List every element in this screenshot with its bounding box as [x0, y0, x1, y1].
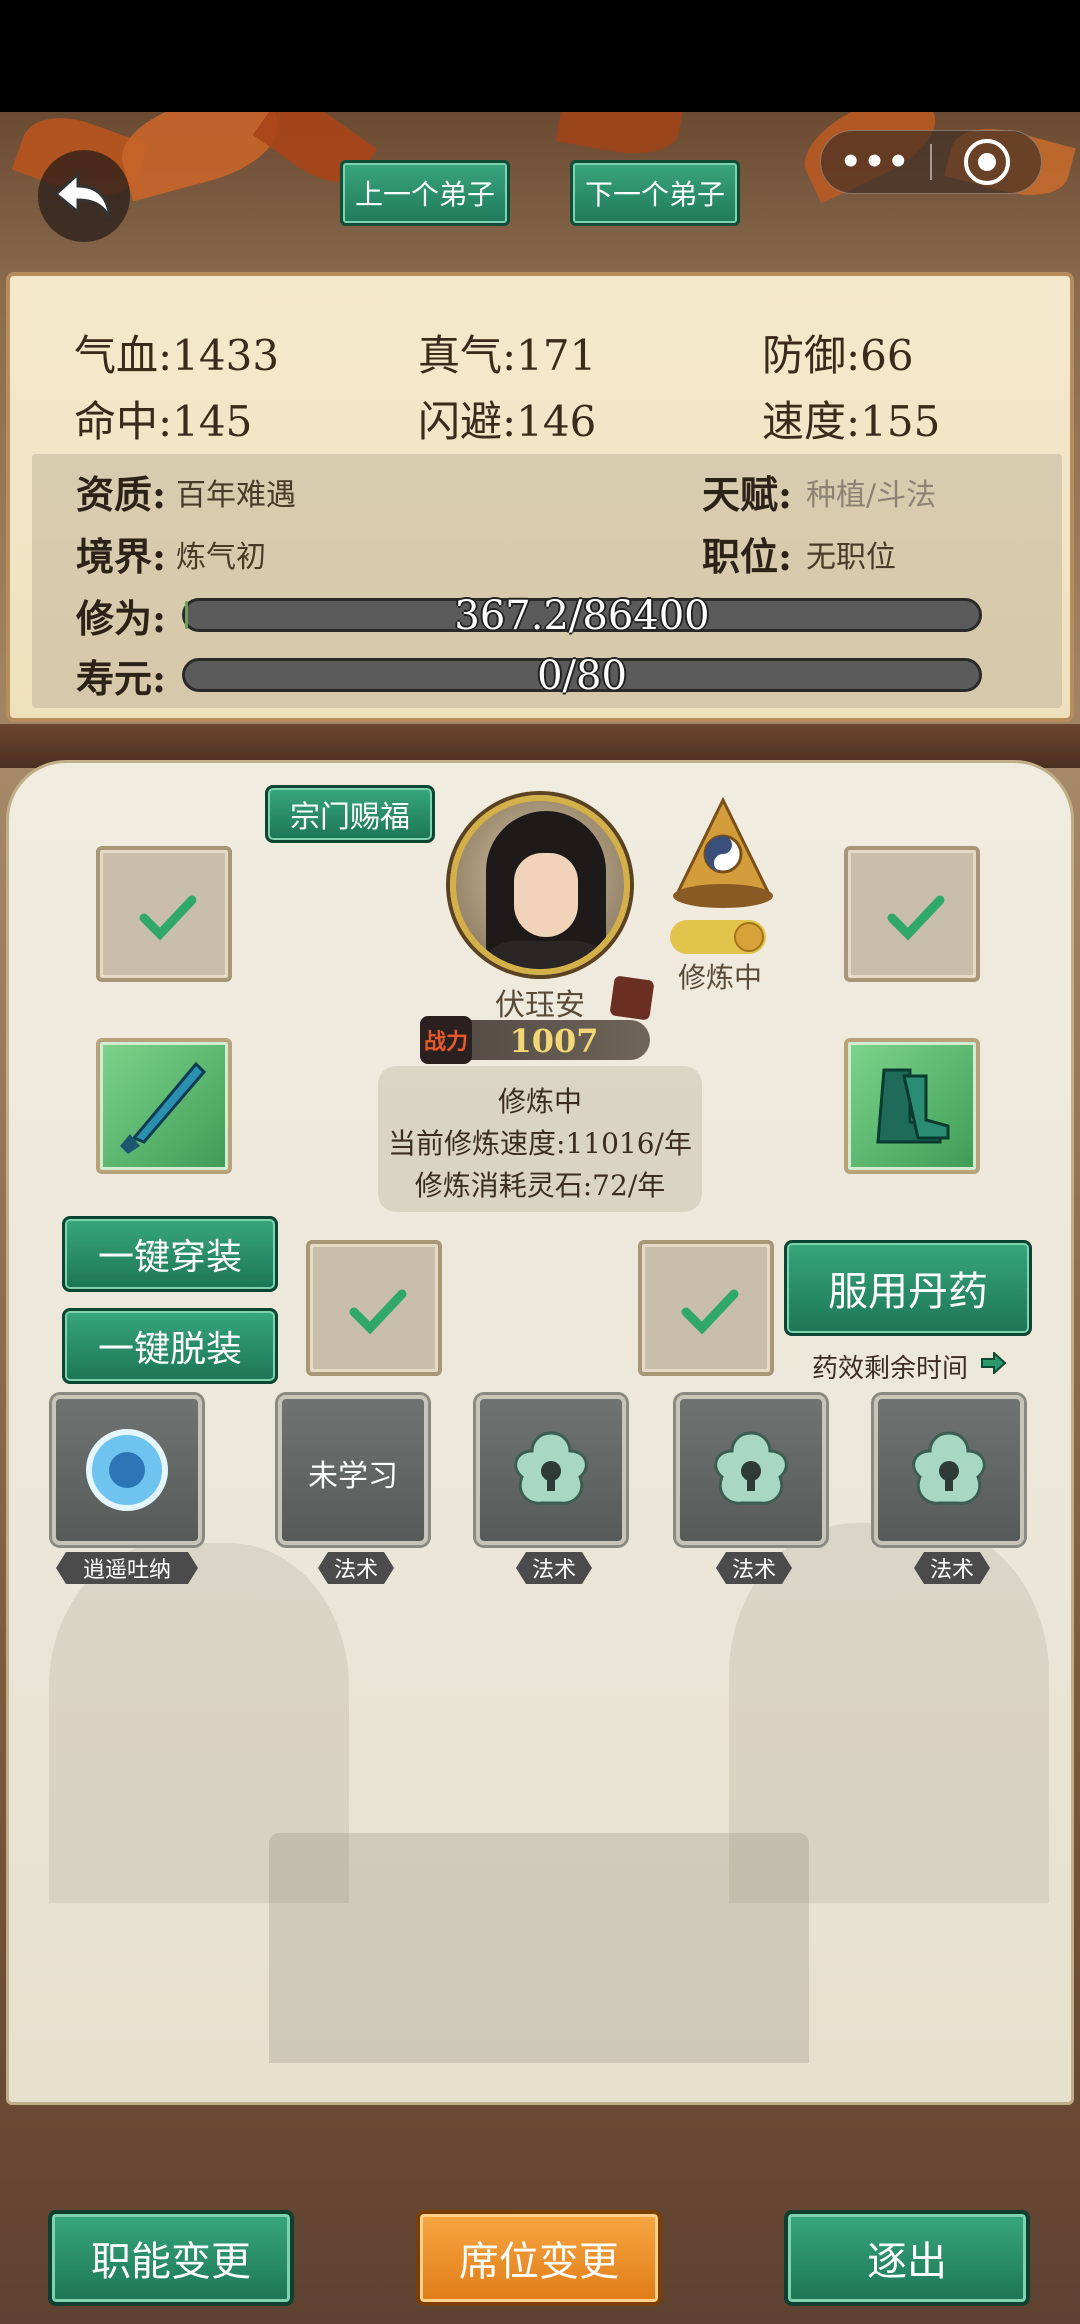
skill-slot-4[interactable]: [676, 1395, 826, 1545]
lifespan-progress-text: 0/80: [537, 653, 627, 699]
equip-slot-boots[interactable]: [844, 1038, 980, 1174]
equip-slot-pendant[interactable]: [638, 1240, 774, 1376]
pill-timer-label: 药效剩余时间: [812, 1354, 969, 1384]
check-icon: [139, 895, 197, 941]
more-menu-button[interactable]: •••: [821, 142, 930, 182]
check-icon: [887, 895, 945, 941]
back-button[interactable]: [38, 150, 130, 242]
status-line-3: 修炼消耗灵石:72/年: [414, 1169, 666, 1202]
role-change-button[interactable]: 职能变更: [48, 2210, 294, 2306]
lifespan-progress-bar: 0/80: [182, 653, 982, 699]
stat-speed: 速度:155: [762, 397, 941, 446]
equip-slot-pants[interactable]: [844, 846, 980, 982]
skill-slot-5[interactable]: [874, 1395, 1024, 1545]
sect-blessing-button[interactable]: 宗门赐福: [265, 785, 435, 843]
skill-label-4: 法术: [716, 1552, 792, 1584]
lock-icon: [514, 1431, 588, 1505]
cultivation-status-box: 修炼中 当前修炼速度:11016/年 修炼消耗灵石:72/年: [378, 1066, 702, 1212]
mini-program-capsule: •••: [820, 130, 1042, 194]
skill-label-2: 法术: [318, 1552, 394, 1584]
status-line-1: 修炼中: [497, 1085, 582, 1118]
aptitude-label: 资质:: [76, 472, 167, 517]
cultivation-state-label: 修炼中: [677, 961, 762, 994]
stat-qi: 真气:171: [418, 331, 597, 380]
skill-slot-1[interactable]: [52, 1395, 202, 1545]
position-value: 无职位: [806, 540, 896, 575]
back-arrow-icon: [53, 170, 112, 219]
lock-icon: [714, 1431, 788, 1505]
stat-hp: 气血:1433: [74, 331, 280, 380]
lock-icon: [912, 1431, 986, 1505]
combat-power-badge: 战力: [420, 1016, 472, 1064]
cultivation-label: 修为:: [76, 596, 167, 641]
combat-power-value: 1007: [509, 1022, 599, 1060]
take-pill-button[interactable]: 服用丹药: [784, 1240, 1032, 1336]
status-line-2: 当前修炼速度:11016/年: [388, 1127, 692, 1160]
cultivation-progress-text: 367.2/86400: [454, 593, 710, 639]
unequip-all-button[interactable]: 一键脱装: [62, 1308, 278, 1384]
target-icon: [963, 139, 1010, 185]
swirl-skill-icon: [86, 1429, 168, 1511]
sword-icon: [120, 1061, 207, 1154]
boots-icon: [876, 1068, 950, 1144]
equip-all-button[interactable]: 一键穿装: [62, 1216, 278, 1292]
skill-slot-2[interactable]: 未学习: [278, 1395, 428, 1545]
cultivation-toggle[interactable]: [670, 920, 766, 954]
disciple-avatar[interactable]: [450, 795, 630, 975]
check-icon: [681, 1289, 739, 1335]
close-target-button[interactable]: [932, 136, 1041, 188]
realm-label: 境界:: [76, 534, 167, 579]
skill-slot-3[interactable]: [476, 1395, 626, 1545]
expel-button[interactable]: 逐出: [784, 2210, 1030, 2306]
skill-label-5: 法术: [914, 1552, 990, 1584]
equip-slot-ring[interactable]: [306, 1240, 442, 1376]
equip-slot-weapon[interactable]: [96, 1038, 232, 1174]
lifespan-label: 寿元:: [76, 656, 167, 701]
stat-hit: 命中:145: [74, 397, 253, 446]
edit-name-icon[interactable]: [609, 975, 655, 1021]
disciple-name: 伏珏安: [495, 988, 585, 1023]
cultivation-icon[interactable]: [668, 792, 778, 912]
cultivation-progress-bar: 367.2/86400: [182, 593, 982, 639]
stat-defense: 防御:66: [762, 331, 914, 380]
seat-change-button[interactable]: 席位变更: [416, 2210, 662, 2306]
check-icon: [349, 1289, 407, 1335]
talent-value: 种植/斗法: [806, 478, 937, 513]
skill-label-1: 逍遥吐纳: [56, 1552, 198, 1584]
prev-disciple-button[interactable]: 上一个弟子: [340, 160, 510, 226]
skill-unlearned-text: 未学习: [308, 1459, 398, 1494]
position-label: 职位:: [702, 534, 793, 579]
skill-label-3: 法术: [516, 1552, 592, 1584]
stat-dodge: 闪避:146: [418, 397, 597, 446]
equip-slot-head[interactable]: [96, 846, 232, 982]
talent-label: 天赋:: [702, 472, 793, 517]
next-disciple-button[interactable]: 下一个弟子: [570, 160, 740, 226]
arrow-right-icon: [981, 1352, 1006, 1374]
disciple-info-box: 资质: 百年难遇 天赋: 种植/斗法 境界: 炼气初 职位: 无职位 修为: 3…: [32, 454, 1062, 708]
realm-value: 炼气初: [176, 540, 266, 575]
status-bar-area: [0, 0, 1080, 112]
aptitude-value: 百年难遇: [176, 478, 296, 513]
stats-panel: 气血:1433 真气:171 防御:66 命中:145 闪避:146 速度:15…: [6, 272, 1074, 722]
